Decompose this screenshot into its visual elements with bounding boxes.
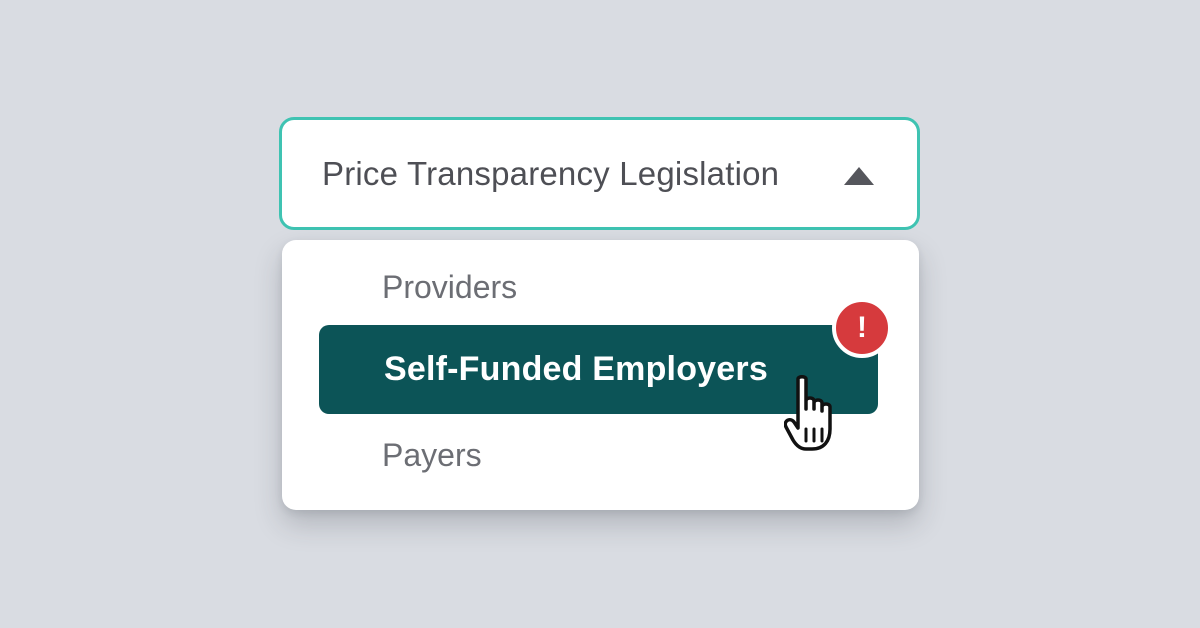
dropdown-option-label: Self-Funded Employers — [384, 350, 768, 388]
exclamation-icon: ! — [857, 311, 867, 344]
caret-up-icon[interactable] — [844, 167, 874, 185]
dropdown-option-payers[interactable]: Payers — [382, 435, 482, 475]
hand-pointer-icon — [784, 375, 832, 451]
alert-badge: ! — [832, 298, 892, 358]
dropdown-selected-label: Price Transparency Legislation — [322, 155, 780, 192]
dropdown-option-providers[interactable]: Providers — [382, 267, 517, 307]
dropdown-select[interactable]: Price Transparency Legislation — [279, 117, 920, 230]
